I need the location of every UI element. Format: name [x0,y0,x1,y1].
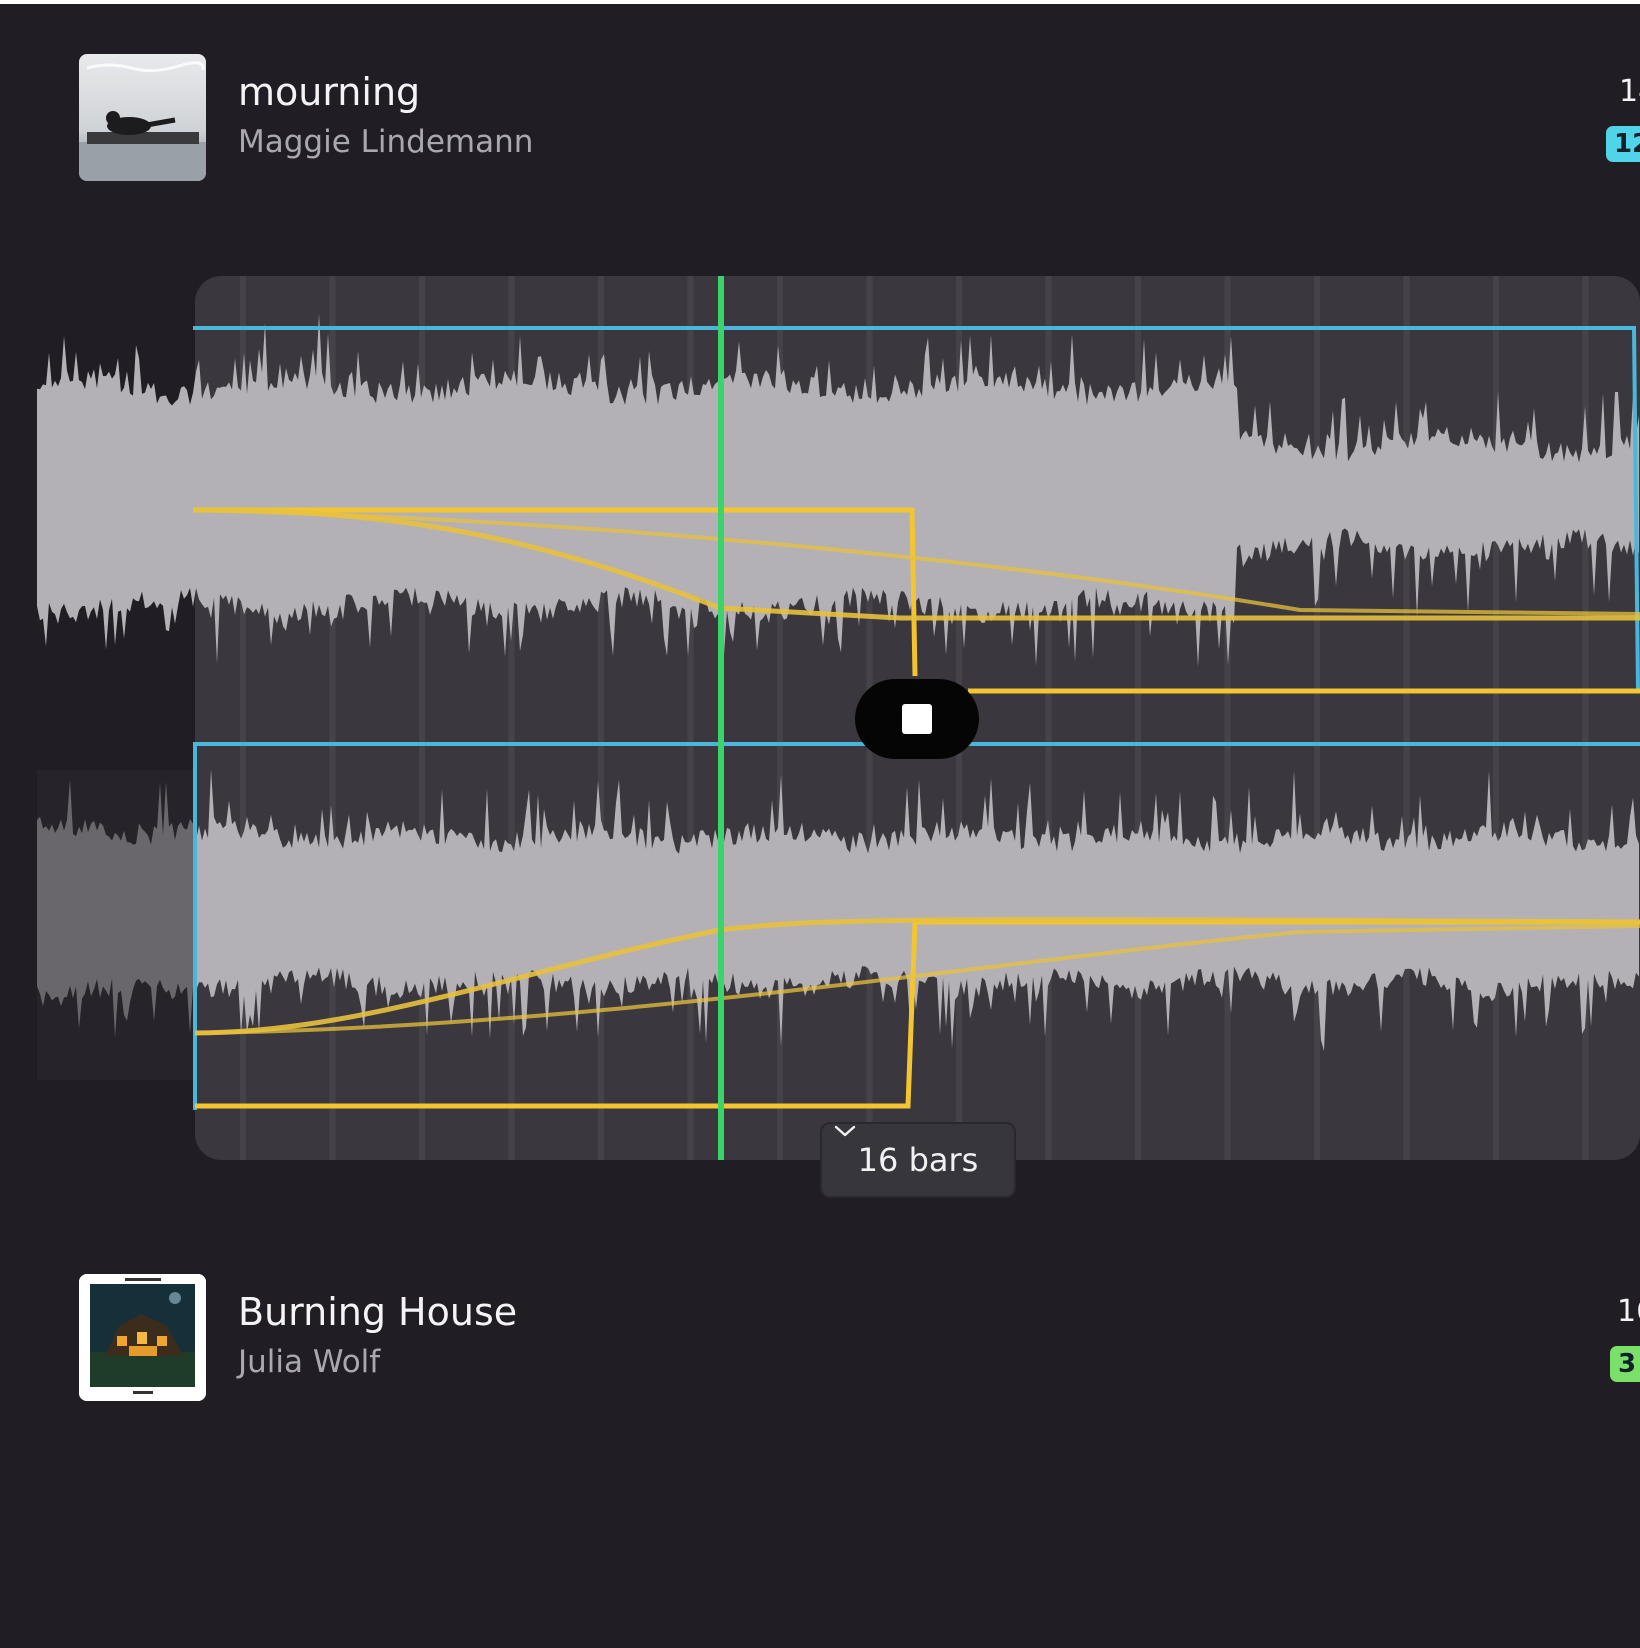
beat-grid-line [1314,276,1320,1160]
chevron-down-icon [834,1125,856,1137]
top-edge [0,0,1640,4]
stop-icon [902,704,932,734]
pre-region-shade [37,770,194,1080]
mix-editor-screen: mourning Maggie Lindemann 14 12 [0,0,1640,1648]
waveform-canvas[interactable] [0,270,1640,1170]
track-key-badge: 12 [1606,126,1640,162]
playhead[interactable] [718,276,724,1160]
track-key-badge: 3 [1610,1346,1640,1382]
track-artist: Maggie Lindemann [238,124,534,160]
track-artist: Julia Wolf [238,1344,381,1380]
album-art-mourning [79,54,206,181]
track-row-current[interactable]: mourning Maggie Lindemann 14 12 [0,54,1640,184]
track-bpm: 16 [1617,1294,1640,1329]
transition-editor[interactable]: 16 bars [0,270,1640,1198]
album-art-burning-house [79,1274,206,1401]
track-row-next[interactable]: Burning House Julia Wolf 16 3 [0,1274,1640,1404]
track-title: mourning [238,70,421,114]
beat-grid-line [1403,276,1410,1160]
transition-length-label: 16 bars [857,1141,979,1179]
transition-length-dropdown[interactable]: 16 bars [820,1122,1016,1198]
track-title: Burning House [238,1290,518,1334]
stop-button[interactable] [855,679,979,759]
track-bpm: 14 [1619,74,1640,109]
